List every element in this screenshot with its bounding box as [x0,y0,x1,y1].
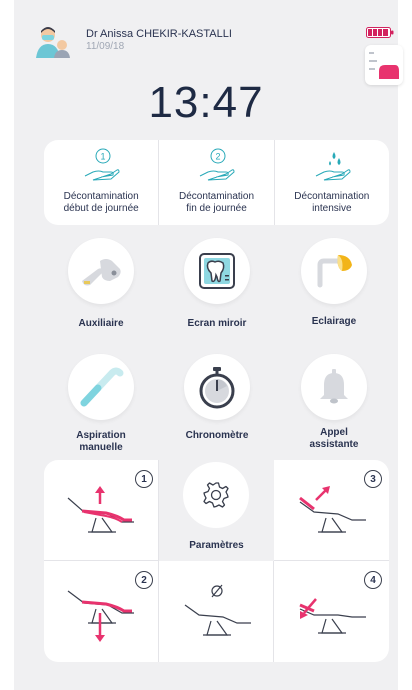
chronometre-circle [184,354,250,420]
auxiliaire-button[interactable]: Auxiliaire [41,238,161,330]
aspiration-label: Aspiration manuelle [76,430,126,453]
clock-time: 13:47 [148,78,264,127]
position-1-button[interactable]: 1 [44,460,159,561]
decontamination-end-button[interactable]: 2 Décontamination fin de journée [159,140,275,225]
position-2-button[interactable]: 2 [44,561,159,662]
eclairage-button[interactable]: Eclairage [274,238,394,328]
chronometre-label: Chronomètre [185,430,249,441]
appel-circle [301,354,367,420]
chair-neutral-icon [184,584,251,636]
position-3-button[interactable]: 3 [274,460,389,561]
bell-icon [320,369,348,404]
ecran-miroir-button[interactable]: Ecran miroir [157,238,277,330]
suction-icon [80,367,124,407]
stopwatch-icon [199,367,235,409]
chair-recline-down-icon [299,598,366,634]
eclairage-label: Eclairage [311,316,357,327]
appel-assistante-button[interactable]: Appel assistante [274,354,394,451]
avatar[interactable] [36,24,70,58]
auxiliary-instrument-icon [82,259,121,286]
chair-positions-grid: 1 Paramètres 3 2 4 [44,460,389,662]
auxiliaire-label: Auxiliaire [78,318,124,329]
ecran-miroir-label: Ecran miroir [187,318,247,329]
user-date: 11/09/18 [86,41,125,52]
battery-icon [366,27,394,38]
position-4-button[interactable]: 4 [274,561,389,662]
ecran-miroir-circle [184,238,250,304]
decontamination-start-label: Décontamination début de journée [63,191,139,214]
parametres-label: Paramètres [189,540,244,551]
decontamination-panel: 1 Décontamination début de journée 2 Déc… [44,140,389,225]
chair-down-icon [67,590,134,642]
parametres-button[interactable] [183,462,249,528]
chair-up-icon [67,486,134,533]
gear-icon [203,482,229,508]
parametres-area: Paramètres [159,460,274,561]
tooth-screen-icon [199,253,235,289]
user-name: Dr Anissa CHEKIR-KASTALLI [86,28,232,40]
auxiliaire-circle [68,238,134,304]
chronometre-button[interactable]: Chronomètre [157,354,277,442]
svg-text:1: 1 [101,152,106,162]
hand-drop-2-icon: 2 [200,148,235,181]
decontamination-start-button[interactable]: 1 Décontamination début de journée [44,140,160,225]
dental-light-icon [317,255,352,288]
position-home-button[interactable] [159,561,274,662]
decontamination-intensive-button[interactable]: Décontamination intensive [275,140,389,225]
hand-drops-icon [315,152,351,181]
aspiration-button[interactable]: Aspiration manuelle [41,354,161,454]
aspiration-circle [68,354,134,420]
eclairage-circle [301,238,367,304]
hand-drop-1-icon: 1 [84,148,120,181]
decontamination-end-label: Décontamination fin de journée [178,191,255,214]
svg-text:2: 2 [216,152,221,162]
appel-label: Appel assistante [309,427,359,450]
chair-recline-up-icon [299,486,366,533]
decontamination-intensive-label: Décontamination intensive [294,191,370,214]
